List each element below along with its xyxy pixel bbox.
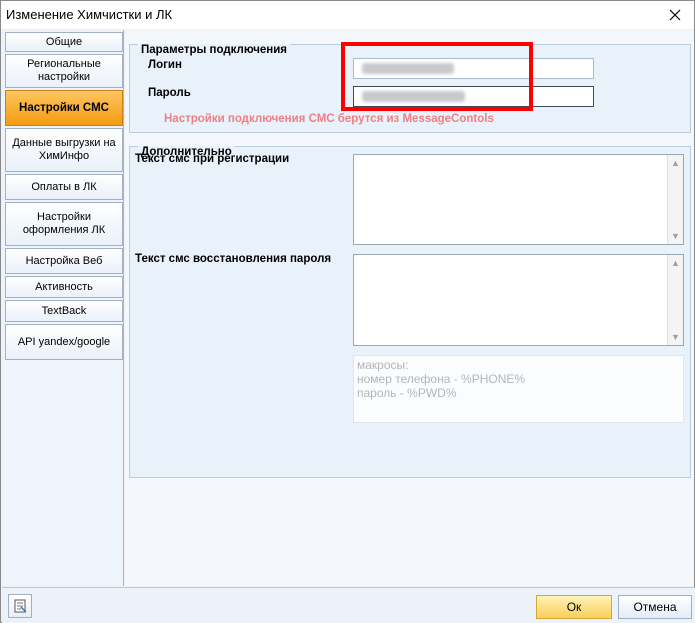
restore-sms-scrollbar[interactable]: ▲ ▼ <box>667 255 683 345</box>
sidebar-item-export[interactable]: Данные выгрузки на ХимИнфо <box>5 128 123 172</box>
register-sms-scrollbar[interactable]: ▲ ▼ <box>667 155 683 244</box>
window-title: Изменение Химчистки и ЛК <box>6 7 173 22</box>
password-label: Пароль <box>148 87 191 99</box>
macros-heading: макросы: <box>357 358 409 372</box>
footer-bar: Ок Отмена <box>2 587 695 623</box>
cancel-button[interactable]: Отмена <box>618 595 692 619</box>
sidebar-item-appearance[interactable]: Настройки оформления ЛК <box>5 202 123 246</box>
sidebar-item-label: Настройки оформления ЛК <box>22 211 106 236</box>
sidebar-item-regional[interactable]: Региональные настройки <box>5 54 123 88</box>
red-highlight-box <box>341 42 533 111</box>
sidebar-item-textback[interactable]: TextBack <box>5 300 123 322</box>
connection-group-title: Параметры подключения <box>138 44 291 56</box>
close-icon <box>669 9 681 21</box>
close-button[interactable] <box>664 5 686 25</box>
sidebar-item-api[interactable]: API yandex/google <box>5 324 123 360</box>
sidebar-item-label: Настройки СМС <box>19 101 109 114</box>
title-bar: Изменение Химчистки и ЛК <box>1 1 694 29</box>
sidebar-item-general[interactable]: Общие <box>5 32 123 52</box>
sidebar-item-label: Оплаты в ЛК <box>31 180 97 193</box>
sidebar-item-label: Общие <box>45 35 83 48</box>
sidebar: Общие Региональные настройки Настройки С… <box>2 30 124 586</box>
sidebar-item-label: Настройка Веб <box>25 254 103 267</box>
macro-password: пароль - %PWD% <box>357 386 457 400</box>
restore-sms-textarea[interactable]: ▲ ▼ <box>353 254 684 346</box>
sidebar-item-label: TextBack <box>41 304 87 317</box>
sidebar-item-label: Региональные настройки <box>27 58 101 83</box>
sidebar-item-label: API yandex/google <box>17 335 111 348</box>
login-label: Логин <box>148 59 182 71</box>
sidebar-item-label: Активность <box>35 280 93 293</box>
scroll-up-icon[interactable]: ▲ <box>668 255 683 271</box>
help-button[interactable] <box>8 594 32 618</box>
notepad-icon <box>14 599 27 613</box>
scroll-up-icon[interactable]: ▲ <box>668 155 683 171</box>
macro-phone: номер телефона - %PHONE% <box>357 372 526 386</box>
register-sms-label: Текст смс при регистрации <box>135 153 290 165</box>
dialog-window: Изменение Химчистки и ЛК Общие Региональ… <box>0 0 695 623</box>
ok-button[interactable]: Ок <box>536 595 612 619</box>
scroll-down-icon[interactable]: ▼ <box>668 329 683 345</box>
register-sms-textarea[interactable]: ▲ ▼ <box>353 154 684 245</box>
sidebar-item-label: Данные выгрузки на ХимИнфо <box>12 137 116 162</box>
restore-sms-label: Текст смс восстановления пароля <box>135 253 332 265</box>
sidebar-item-activity[interactable]: Активность <box>5 276 123 298</box>
sidebar-item-web[interactable]: Настройка Веб <box>5 248 123 274</box>
sms-settings-hint: Настройки подключения СМС берутся из Mes… <box>164 113 494 125</box>
sidebar-item-payments[interactable]: Оплаты в ЛК <box>5 174 123 200</box>
macros-info: макросы: номер телефона - %PHONE% пароль… <box>353 355 684 423</box>
sidebar-item-sms[interactable]: Настройки СМС <box>5 90 123 126</box>
scroll-down-icon[interactable]: ▼ <box>668 228 683 244</box>
